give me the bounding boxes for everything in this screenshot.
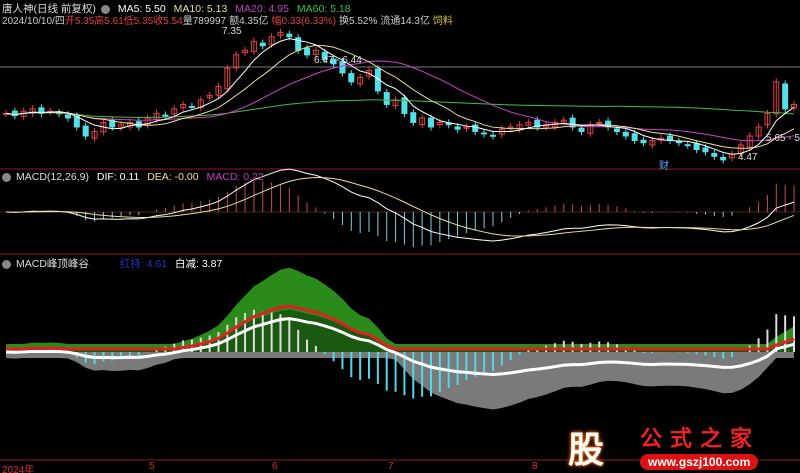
peak-red-hold: 红持: 4.61 <box>119 258 168 270</box>
candle-body <box>286 33 293 38</box>
candle-body <box>675 140 682 144</box>
annotation-right: 5.65 - 5 <box>766 133 800 144</box>
macd-value: MACD: 0.22 <box>206 171 264 183</box>
candle-body <box>188 105 195 108</box>
axis-label-year: 2024年 <box>2 465 35 473</box>
axis-label-8: 8 <box>532 461 538 472</box>
quote-low: 低5.35 <box>123 16 154 27</box>
quote-industry[interactable]: 饲料 <box>433 16 453 27</box>
candle-body <box>82 125 89 137</box>
candle-body <box>640 139 647 144</box>
candle-body <box>622 131 629 137</box>
candle-body <box>383 92 390 105</box>
peak-header: MACD峰顶峰谷 红持: 4.61 白减: 3.87 <box>2 256 227 271</box>
candle-body <box>410 112 417 123</box>
macd-settings-icon[interactable] <box>2 172 11 182</box>
ma5-line <box>5 38 795 155</box>
candle-body <box>64 114 71 119</box>
quote-change: 幅0.33(6.33%) <box>271 16 337 27</box>
candle-body <box>454 126 461 130</box>
quote-high: 高5.61 <box>94 16 124 27</box>
ma20-line <box>5 60 795 142</box>
watermark-name: 公式之家 <box>640 426 761 452</box>
quote-float: 流通14.3亿 <box>380 16 430 27</box>
axis-label-7: 7 <box>388 461 394 472</box>
ma60-line <box>5 99 795 118</box>
ma10-line <box>5 44 795 149</box>
peak-title: MACD峰顶峰谷 <box>16 258 89 270</box>
macd-header: MACD(12,26,9) DIF: 0.11 DEA: -0.00 MACD:… <box>2 171 269 183</box>
annotation-high: 7.35 <box>222 26 242 37</box>
candle-body <box>720 156 727 161</box>
peak-settings-icon[interactable] <box>2 259 11 269</box>
quote-line: 2024/10/10/四开5.35高5.61低5.35收5.54量789997 额… <box>2 12 458 27</box>
stock-chart-window: 唐人神(日线 前复权) MA5: 5.50 MA10: 5.13 MA20: 4… <box>0 0 800 473</box>
watermark: 股 公式之家 www.gszj100.com <box>556 415 800 473</box>
quote-close: 收5.54 <box>153 16 183 27</box>
annotation-range: 6.47 - 6.44 <box>314 55 362 66</box>
candle-body <box>162 114 169 117</box>
candle-body <box>613 128 620 132</box>
candle-body <box>578 127 585 132</box>
axis-label-6: 6 <box>272 461 278 472</box>
quote-date: 2024/10/10/四 <box>2 16 65 27</box>
candle-body <box>481 132 488 135</box>
candle-body <box>489 134 496 137</box>
macd-dif: DIF: 0.11 <box>96 171 140 183</box>
candle-body <box>304 47 311 56</box>
candle-body <box>348 73 355 83</box>
axis-label-5: 5 <box>149 461 155 472</box>
valley-gray-area <box>6 352 794 410</box>
peak-green-area <box>6 267 794 352</box>
chart-canvas[interactable] <box>0 0 800 473</box>
candle-body <box>472 124 479 132</box>
candle-body <box>782 83 789 110</box>
peak-red-line <box>6 304 795 351</box>
watermark-logo: 股 <box>568 429 605 470</box>
macd-dea-line <box>5 177 795 237</box>
candle-body <box>711 153 718 157</box>
finance-marker[interactable]: 财 <box>659 157 669 172</box>
candle-body <box>702 147 709 153</box>
candle-body <box>596 121 603 124</box>
candle-body <box>684 144 691 147</box>
macd-title: MACD(12,26,9) <box>16 171 89 183</box>
quote-turnover: 换5.52% <box>339 16 378 27</box>
watermark-url: www.gszj100.com <box>640 454 759 470</box>
quote-volume: 量789997 <box>182 16 227 27</box>
candle-body <box>259 42 266 47</box>
peak-white-reduce: 白减: 3.87 <box>175 258 223 270</box>
annotation-low: 4.47 <box>738 152 758 163</box>
candle-body <box>693 143 700 151</box>
quote-open: 开5.35 <box>64 16 95 27</box>
candle-body <box>631 133 638 141</box>
candle-body <box>427 117 434 128</box>
macd-dea: DEA: -0.00 <box>147 171 199 183</box>
